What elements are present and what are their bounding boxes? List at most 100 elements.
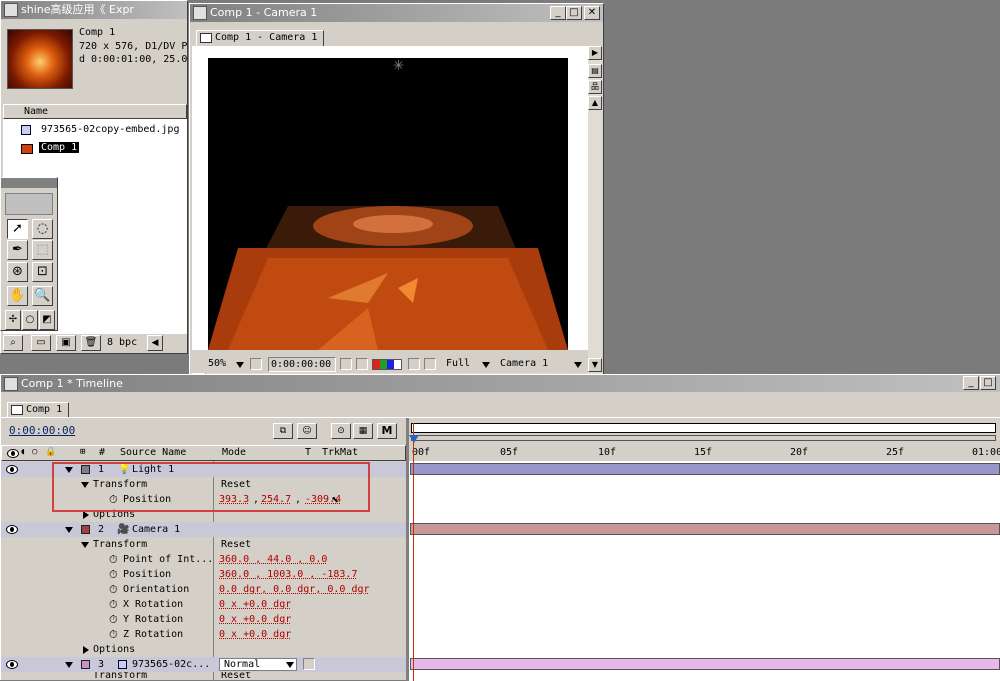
ruler-label: 25f xyxy=(886,447,905,458)
hand-tool-icon[interactable]: ✋ xyxy=(7,286,28,306)
timeline-header-row: ◖ ○ 🔒 ⊞ # Source Name Mode T TrkMat xyxy=(1,445,406,461)
close-button[interactable]: ✕ xyxy=(584,6,600,20)
ruler-label: 05f xyxy=(500,447,519,458)
time-navigator-bar[interactable] xyxy=(411,435,996,441)
stopwatch-icon[interactable]: ⏱ xyxy=(109,582,118,597)
rotation-tool-icon[interactable]: ◌ xyxy=(32,219,53,239)
axis-mode-icon[interactable]: ✢ xyxy=(5,310,21,330)
property-row-point-of-interest[interactable]: ⏱ Point of Int... 360.0 , 44.0 , 0.0 xyxy=(1,552,406,567)
expand-triangle-icon[interactable] xyxy=(65,527,73,533)
safe-zones-icon[interactable] xyxy=(250,358,262,370)
current-time-display[interactable]: 0:00:00:00 xyxy=(9,424,75,437)
pen-tool-icon[interactable]: ✒ xyxy=(7,240,28,260)
region-of-interest-icon[interactable] xyxy=(408,358,420,370)
layer-name[interactable]: Camera 1 xyxy=(132,522,180,537)
stopwatch-icon[interactable]: ⏱ xyxy=(109,597,118,612)
tools-title-bar[interactable] xyxy=(1,178,57,188)
property-row-z-rotation[interactable]: ⏱ Z Rotation 0 x +0.0 dgr xyxy=(1,627,406,642)
show-snapshot-icon[interactable] xyxy=(356,358,368,370)
property-row-position[interactable]: ⏱ Position 360.0 , 1003.0 , -183.7 xyxy=(1,567,406,582)
world-axis-icon[interactable]: ○ xyxy=(22,310,38,330)
comp-flowchart-icon[interactable]: ▤ xyxy=(588,64,602,78)
draft-3d-button[interactable]: ⊙ xyxy=(331,423,351,439)
timecode-display[interactable]: 0:00:00:00 xyxy=(268,357,336,372)
eye-icon[interactable] xyxy=(6,660,18,669)
color-channels-icon[interactable] xyxy=(372,359,402,370)
view-axis-icon[interactable]: ◩ xyxy=(39,310,55,330)
stopwatch-icon[interactable]: ⏱ xyxy=(109,612,118,627)
bpc-label[interactable]: 8 bpc xyxy=(107,337,137,348)
new-comp-button[interactable]: ▣ xyxy=(56,335,76,351)
resolution-dropdown[interactable]: Full xyxy=(444,357,494,372)
label-color-chip[interactable] xyxy=(81,660,90,669)
property-row-orientation[interactable]: ⏱ Orientation 0.0 dgr, 0.0 dgr, 0.0 dgr xyxy=(1,582,406,597)
stopwatch-icon[interactable]: ⏱ xyxy=(109,552,118,567)
layer-duration-bar[interactable] xyxy=(410,658,1000,670)
stopwatch-icon[interactable]: ⏱ xyxy=(109,567,118,582)
shy-button[interactable]: ☺ xyxy=(297,423,317,439)
transparency-grid-icon[interactable] xyxy=(424,358,436,370)
reset-link[interactable]: Reset xyxy=(221,537,251,552)
zoom-tool-icon[interactable]: 🔍 xyxy=(32,286,53,306)
transform-group-row[interactable]: Transform Reset xyxy=(1,537,406,552)
viewer-vertical-scrollbar[interactable]: ▶ ▤ 品 ▲ ▼ xyxy=(588,46,602,376)
layer-name[interactable]: 973565-02c... xyxy=(132,657,210,672)
maximize-button[interactable]: □ xyxy=(566,6,582,20)
pan-behind-icon[interactable]: ⊛ xyxy=(7,262,28,282)
viewer-title-bar[interactable]: Comp 1 - Camera 1 xyxy=(190,4,603,22)
expand-triangle-icon[interactable] xyxy=(81,542,89,548)
stopwatch-icon[interactable]: ⏱ xyxy=(109,627,118,642)
scroll-up-button[interactable]: ▲ xyxy=(588,96,602,110)
label-color-chip[interactable] xyxy=(81,525,90,534)
expand-triangle-icon[interactable] xyxy=(65,662,73,668)
viewer-menu-arrow[interactable]: ▶ xyxy=(588,46,602,60)
layer-row-camera[interactable]: 2 🎥 Camera 1 xyxy=(1,522,406,537)
work-area-bar[interactable] xyxy=(411,423,996,433)
time-ruler[interactable]: 00f 05f 10f 15f 20f 25f 01:00 xyxy=(410,445,1000,461)
collapse-triangle-icon[interactable] xyxy=(83,646,89,654)
list-item[interactable]: 973565-02copy-embed.jpg xyxy=(3,123,187,137)
eye-icon[interactable] xyxy=(6,465,18,474)
camera-view-dropdown[interactable]: Camera 1 xyxy=(498,357,584,372)
property-row-y-rotation[interactable]: ⏱ Y Rotation 0 x +0.0 dgr xyxy=(1,612,406,627)
tab-comp-camera[interactable]: Comp 1 - Camera 1 xyxy=(196,30,325,46)
light-icon[interactable]: ✳ xyxy=(393,58,404,75)
flowchart-icon[interactable]: 品 xyxy=(588,80,602,94)
eye-icon xyxy=(7,449,19,458)
trkmat-dropdown[interactable] xyxy=(303,658,315,670)
frame-blend-button[interactable]: ▦ xyxy=(353,423,373,439)
maximize-button[interactable]: □ xyxy=(980,376,996,390)
rectangle-mask-icon[interactable]: ⬚ xyxy=(32,240,53,260)
scroll-left-button[interactable]: ◀ xyxy=(147,335,163,351)
scroll-down-button[interactable]: ▼ xyxy=(588,358,602,372)
trash-icon[interactable]: 🗑 xyxy=(81,335,101,351)
snapshot-icon[interactable] xyxy=(340,358,352,370)
blend-mode-dropdown[interactable]: Normal xyxy=(219,658,297,671)
name-column-header[interactable]: Name xyxy=(3,104,187,119)
new-folder-button[interactable]: ▭ xyxy=(31,335,51,351)
list-item[interactable]: Comp 1 xyxy=(3,142,187,156)
project-title-bar[interactable]: shine高级应用《 Expr xyxy=(1,1,187,19)
zoom-dropdown[interactable]: 50% xyxy=(206,357,246,372)
minimize-button[interactable]: _ xyxy=(963,376,979,390)
playhead-marker-icon[interactable] xyxy=(409,435,419,443)
options-group-row[interactable]: Options xyxy=(1,642,406,657)
current-time-indicator[interactable] xyxy=(413,423,414,681)
collapse-triangle-icon[interactable] xyxy=(83,511,89,519)
tab-comp-1[interactable]: Comp 1 xyxy=(7,402,70,418)
layer-row-image[interactable]: 3 973565-02c... Normal xyxy=(1,657,406,672)
timeline-title-bar[interactable]: Comp 1 * Timeline xyxy=(1,375,1000,392)
motion-blur-button[interactable]: M xyxy=(377,423,397,439)
orbit-camera-icon[interactable]: ⊡ xyxy=(32,262,53,282)
eye-icon[interactable] xyxy=(6,525,18,534)
layer-duration-bar[interactable] xyxy=(410,463,1000,475)
layer-duration-bar[interactable] xyxy=(410,523,1000,535)
property-row-x-rotation[interactable]: ⏱ X Rotation 0 x +0.0 dgr xyxy=(1,597,406,612)
source-name-column-header[interactable]: Source Name xyxy=(120,447,186,458)
find-button[interactable]: ⌕ xyxy=(3,335,23,351)
minimize-button[interactable]: _ xyxy=(550,6,566,20)
ruler-label: 15f xyxy=(694,447,713,458)
comp-button[interactable]: ⧉ xyxy=(273,423,293,439)
ruler-label: 01:00 xyxy=(972,447,1000,458)
selection-tool-icon[interactable]: ➚ xyxy=(7,219,28,239)
